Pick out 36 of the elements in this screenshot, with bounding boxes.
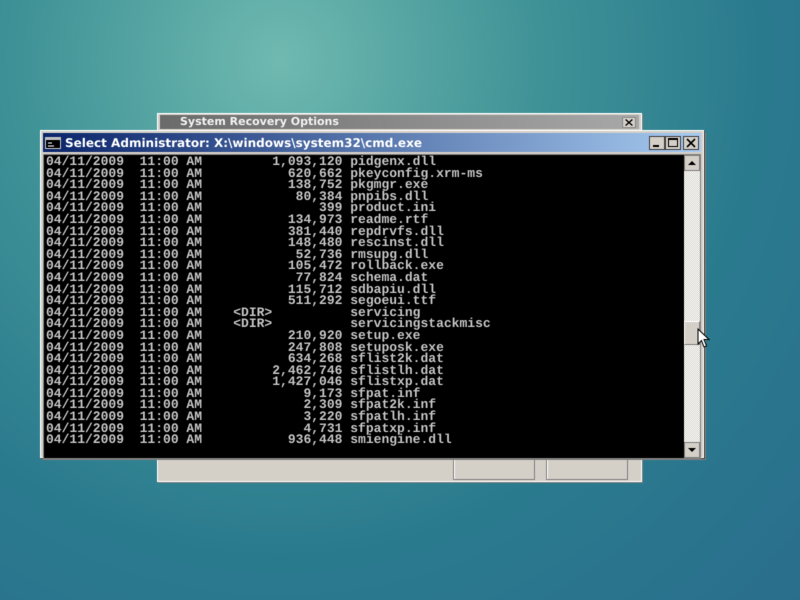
console-line: 04/11/2009 11:00 AM 134,973 readme.rtf xyxy=(46,214,428,226)
console-line: 04/11/2009 11:00 AM 105,472 rollback.exe xyxy=(46,260,445,272)
console-line: 04/11/2009 11:00 AM 1,427,046 sflistxp.dat xyxy=(46,376,445,388)
console-line: 04/11/2009 11:00 AM 115,712 sdbapiu.dll xyxy=(46,284,438,296)
minimize-button[interactable] xyxy=(649,136,665,150)
console-line: 04/11/2009 11:00 AM 52,736 rmsupg.dll xyxy=(46,248,428,260)
console-line: 04/11/2009 11:00 AM 77,824 schema.dat xyxy=(46,272,428,284)
console-line: 04/11/2009 11:00 AM 2,462,746 sflistlh.dat xyxy=(46,364,445,376)
console-line: 04/11/2009 11:00 AM 2,309 sfpat2k.inf xyxy=(46,399,438,412)
console-line: 04/11/2009 11:00 AM 399 product.ini xyxy=(46,202,438,214)
console-line: 04/11/2009 11:00 AM 210,920 setup.exe xyxy=(46,330,420,342)
console-line: 04/11/2009 11:00 AM 381,440 repdrvfs.dll xyxy=(46,226,445,238)
console-line: 04/11/2009 11:00 AM <DIR> servicing xyxy=(46,306,420,318)
console-line: 04/11/2009 11:00 AM 1,093,120 pidgenx.dll xyxy=(46,156,436,168)
console-line: 04/11/2009 11:00 AM 3,220 sfpatlh.inf xyxy=(46,411,438,423)
console-line: 04/11/2009 11:00 AM <DIR> servicingstackmisc xyxy=(46,318,492,330)
console-line: 04/11/2009 11:00 AM 148,480 rescinst.dll xyxy=(46,237,445,249)
scrollbar-thumb[interactable] xyxy=(684,321,700,345)
console-line: 04/11/2009 11:00 AM 138,752 pkgmgr.exe xyxy=(46,179,428,191)
console-line: 04/11/2009 11:00 AM 511,292 segoeui.ttf xyxy=(46,295,438,307)
console-line: 04/11/2009 11:00 AM 9,173 sfpat.inf xyxy=(46,388,420,400)
scroll-up-button[interactable] xyxy=(684,155,700,171)
window-title: System Recovery Options xyxy=(180,116,339,128)
console-line: 04/11/2009 11:00 AM 80,384 pnpibs.dll xyxy=(46,190,428,202)
close-button[interactable] xyxy=(683,136,699,150)
console-line: 04/11/2009 11:00 AM 620,662 pkeyconfig.xrm-ms xyxy=(46,168,484,180)
console-line: 04/11/2009 11:00 AM 4,731 sfpatxp.inf xyxy=(46,422,436,434)
maximize-button[interactable] xyxy=(665,136,681,150)
console-icon xyxy=(45,136,61,148)
scrollbar[interactable] xyxy=(684,155,700,458)
console-line: 04/11/2009 11:00 AM 936,448 smiengine.dll xyxy=(46,434,453,446)
console-line: 04/11/2009 11:00 AM 247,808 setuposk.exe xyxy=(46,342,445,354)
scroll-down-button[interactable] xyxy=(684,442,700,458)
console-line: 04/11/2009 11:00 AM 634,268 sflist2k.dat xyxy=(46,353,445,365)
close-button[interactable] xyxy=(622,116,636,128)
window-title: Select Administrator: X:\windows\system32\cmd.exe xyxy=(65,136,423,150)
